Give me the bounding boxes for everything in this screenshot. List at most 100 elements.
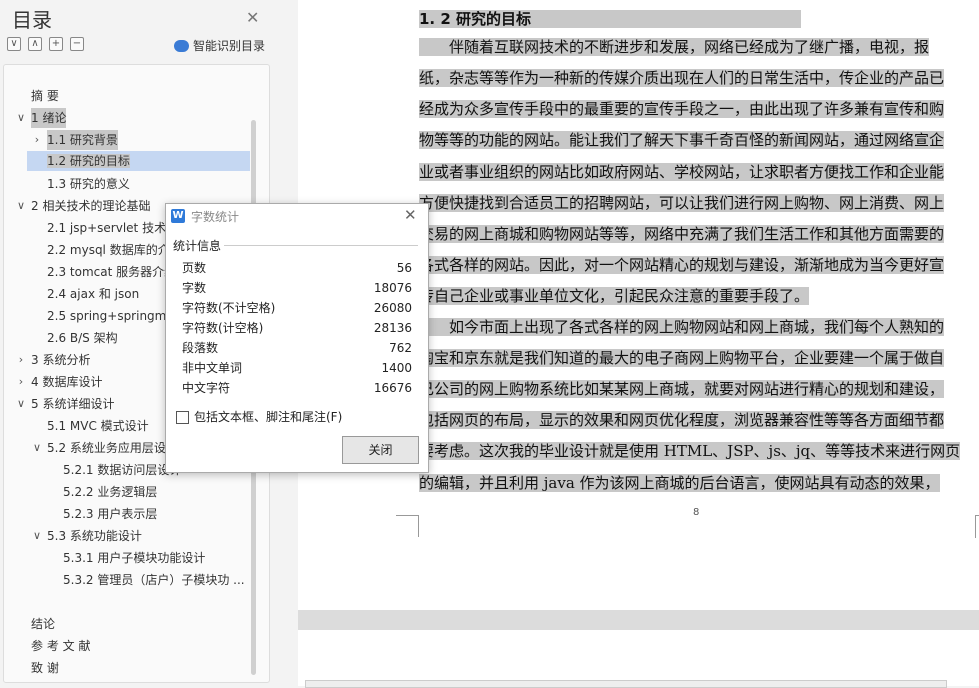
stat-row: 字符数(不计空格) 26080	[182, 298, 412, 318]
collapse-all-icon[interactable]: ∨	[7, 37, 21, 51]
toc-item[interactable]: ∨ 5 系统详细设计	[17, 394, 115, 414]
toc-item[interactable]: ∨ 5.2 系统业务应用层设	[33, 438, 166, 458]
stat-row: 中文字符 16676	[182, 378, 412, 398]
close-icon[interactable]: ✕	[246, 8, 259, 27]
chevron-right-icon[interactable]: ›	[31, 130, 43, 150]
toc-item[interactable]: 2.6 B/S 架构	[47, 328, 118, 348]
chevron-down-icon[interactable]: ∨	[15, 394, 27, 414]
stat-label: 中文字符	[182, 381, 231, 395]
stat-value: 16676	[373, 381, 412, 395]
toc-item-label: 4 数据库设计	[31, 375, 103, 389]
stat-label: 字符数(计空格)	[182, 321, 264, 335]
doc-line: 包括网页的布局，显示的效果和网页优化程度，浏览器兼容性等等各方面细节都	[419, 411, 945, 429]
toc-item-label: 5.3 系统功能设计	[47, 529, 142, 543]
doc-line: 要考虑。这次我的毕业设计就是使用 HTML、JSP、js、jq、等等技术来进行网…	[419, 442, 961, 460]
horizontal-scrollbar[interactable]	[305, 680, 947, 688]
stat-row: 字数 18076	[182, 278, 412, 298]
expand-all-icon[interactable]: ∧	[28, 37, 42, 51]
stat-value: 762	[389, 341, 412, 355]
toc-item[interactable]: 5.2.2 业务逻辑层	[63, 482, 157, 502]
toc-item[interactable]: 参 考 文 献	[31, 636, 90, 656]
stat-value: 28136	[373, 321, 412, 335]
toc-title: 目录	[12, 8, 52, 32]
stat-label: 页数	[182, 261, 207, 275]
toc-item[interactable]: 2.2 mysql 数据库的介绍	[47, 240, 182, 260]
toc-item[interactable]: 5.1 MVC 模式设计	[47, 416, 149, 436]
stat-value: 26080	[373, 301, 412, 315]
section-label: 统计信息	[173, 239, 222, 253]
doc-line: 纸，杂志等等作为一种新的传媒介质出现在人们的日常生活中，传企业的产品已	[419, 69, 945, 87]
toc-item[interactable]: 致 谢	[31, 658, 59, 678]
crop-mark	[975, 515, 979, 538]
stat-value: 1400	[381, 361, 412, 375]
crop-mark	[418, 515, 420, 537]
smart-toc-button[interactable]: 智能识别目录	[174, 37, 265, 54]
toc-item[interactable]: ∨ 2 相关技术的理论基础	[17, 196, 151, 216]
toc-item-label: 5 系统详细设计	[31, 397, 115, 411]
word-count-dialog: W 字数统计 ✕ 统计信息 页数 56 字数 18076 字符数(不计空格) 2608…	[165, 203, 429, 473]
divider	[224, 245, 418, 246]
toc-item[interactable]: ∨ 5.3 系统功能设计	[33, 526, 142, 546]
smart-toc-label: 智能识别目录	[193, 39, 266, 53]
doc-line: 己公司的网上购物系统比如某某网上商城，就要对网站进行精心的规划和建设，	[419, 380, 945, 398]
toc-item[interactable]: 摘 要	[31, 86, 59, 106]
stat-label: 字符数(不计空格)	[182, 301, 276, 315]
doc-line: 物等等的功能的网站。能让我们了解天下事千奇百怪的新闻网站，通过网络宣企	[419, 131, 945, 149]
close-button[interactable]: 关闭	[342, 436, 419, 464]
stat-row: 字符数(计空格) 28136	[182, 318, 412, 338]
doc-line: 的编辑，并且利用 java 作为该网上商城的后台语言，使网站具有动态的效果，	[419, 474, 940, 492]
toc-item[interactable]: 5.3.2 管理员（店户）子模块功 ...	[63, 570, 245, 590]
doc-line: 如今市面上出现了各式各样的网上购物网站和网上商城，我们每个人熟知的	[419, 318, 945, 336]
add-heading-icon[interactable]: +	[49, 37, 63, 51]
page-number: 8	[693, 507, 700, 518]
stat-row: 页数 56	[182, 258, 412, 278]
toc-item[interactable]: 2.3 tomcat 服务器介绍	[47, 262, 176, 282]
doc-line: 交易的网上商城和购物网站等等，网络中充满了我们生活工作和其他方面需要的	[419, 225, 945, 243]
toc-item[interactable]: 5.2.1 数据访问层设计	[63, 460, 181, 480]
stat-row: 段落数 762	[182, 338, 412, 358]
stat-label: 非中文单词	[182, 361, 243, 375]
wps-writer-icon: W	[171, 209, 185, 223]
toc-item[interactable]: 2.1 jsp+servlet 技术优	[47, 218, 178, 238]
page-gap	[298, 610, 979, 630]
toc-item[interactable]: 5.2.3 用户表示层	[63, 504, 157, 524]
toc-item[interactable]: › 1.1 研究背景	[35, 130, 118, 150]
toc-item[interactable]: 5.3.1 用户子模块功能设计	[63, 548, 205, 568]
crop-mark	[396, 515, 418, 538]
include-textboxes-checkbox[interactable]	[176, 411, 189, 424]
toc-item[interactable]: › 4 数据库设计	[19, 372, 103, 392]
doc-line: 方便快捷找到合适员工的招聘网站，可以让我们进行网上购物、网上消费、网上	[419, 194, 945, 212]
toc-item-label: 5.2 系统业务应用层设	[47, 441, 166, 455]
chevron-down-icon[interactable]: ∨	[31, 438, 43, 458]
toc-item[interactable]: › 3 系统分析	[19, 350, 91, 370]
chevron-down-icon[interactable]: ∨	[31, 526, 43, 546]
doc-line: 各式各样的网站。因此，对一个网站精心的规划与建设，渐渐地成为当今更好宣	[419, 256, 945, 274]
close-icon[interactable]: ✕	[404, 206, 417, 224]
doc-line: 传自己企业或事业单位文化，引起民众注意的重要手段了。	[419, 287, 810, 305]
chevron-down-icon[interactable]: ∨	[15, 196, 27, 216]
toc-item[interactable]: 1.3 研究的意义	[47, 174, 130, 194]
section-heading: 1. 2 研究的目标	[419, 8, 802, 29]
chevron-right-icon[interactable]: ›	[15, 350, 27, 370]
toc-item-label: 1.2 研究的目标	[47, 154, 130, 168]
doc-line: 伴随着互联网技术的不断进步和发展，网络已经成为了继广播，电视，报	[419, 38, 930, 56]
chevron-down-icon[interactable]: ∨	[15, 108, 27, 128]
stat-label: 段落数	[182, 341, 219, 355]
toc-item[interactable]: ∨ 1 绪论	[17, 108, 67, 128]
toc-item[interactable]: 结论	[31, 614, 55, 634]
toc-item-label: 2 相关技术的理论基础	[31, 199, 151, 213]
cloud-icon	[174, 39, 189, 52]
toc-item-label: 1.1 研究背景	[47, 133, 118, 147]
toc-item[interactable]: 2.4 ajax 和 json	[47, 284, 139, 304]
remove-heading-icon[interactable]: −	[70, 37, 84, 51]
toc-item-label: 1 绪论	[31, 111, 67, 125]
toc-item[interactable]: 2.5 spring+springmvc	[47, 306, 180, 326]
next-page	[298, 630, 979, 686]
stat-value: 18076	[373, 281, 412, 295]
toc-item-selected[interactable]: 1.2 研究的目标	[27, 151, 250, 171]
chevron-right-icon[interactable]: ›	[15, 372, 27, 392]
doc-line: 经成为众多宣传手段中的最重要的宣传手段之一，由此出现了许多兼有宣传和购	[419, 100, 945, 118]
toc-toolbar: ∨ ∧ + −	[7, 37, 84, 51]
stat-label: 字数	[182, 281, 207, 295]
include-textboxes-label[interactable]: 包括文本框、脚注和尾注(F)	[194, 408, 342, 425]
